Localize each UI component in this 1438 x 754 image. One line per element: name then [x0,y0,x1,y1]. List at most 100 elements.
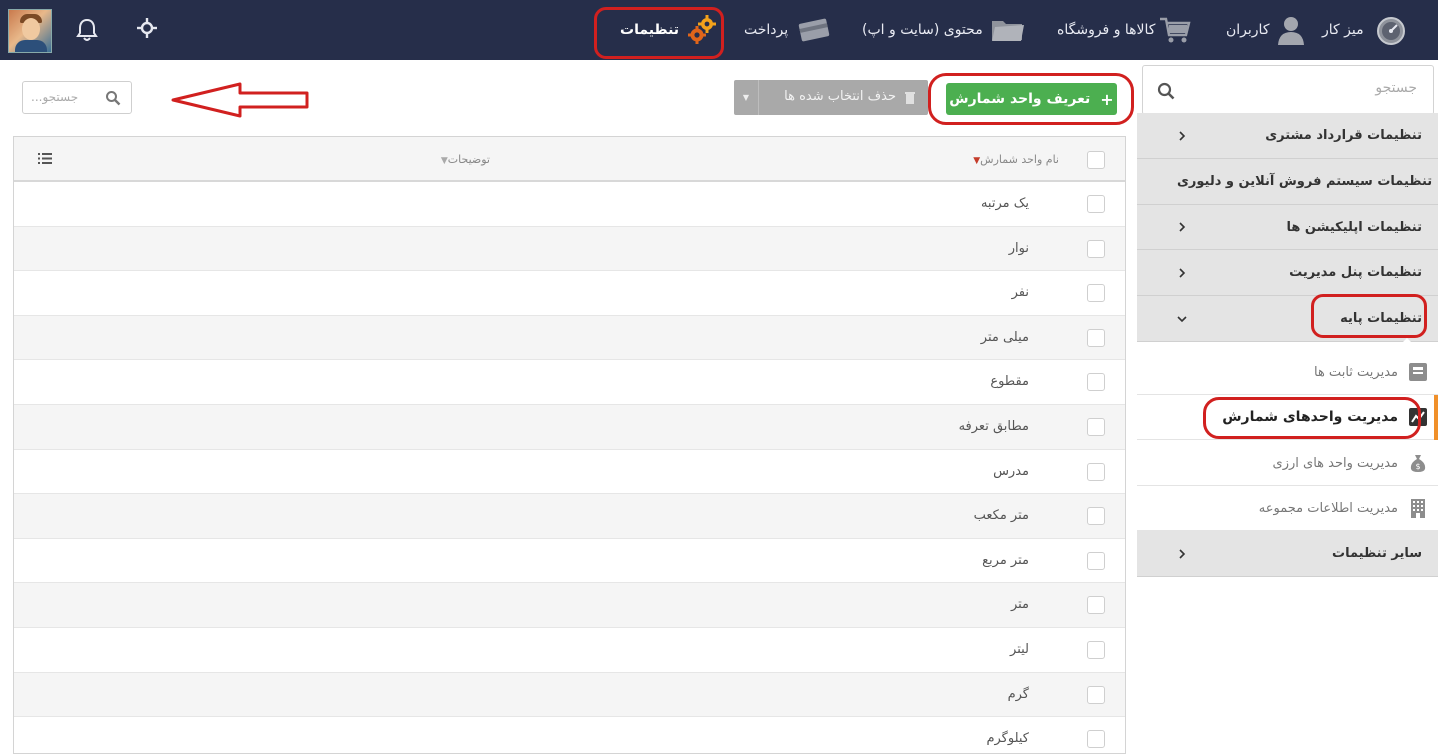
table-row[interactable]: گرم [14,672,1125,718]
table-row[interactable]: کیلوگرم [14,717,1125,753]
unit-name-cell: نوار [1008,240,1029,256]
search-icon [106,91,121,106]
row-checkbox[interactable] [1087,551,1105,570]
sidebar-section-label: تنظیمات پایه [1340,311,1422,326]
row-checkbox[interactable] [1087,640,1105,659]
chart-icon [1409,408,1427,426]
table-row[interactable]: متر مکعب [14,494,1125,539]
table-row[interactable]: نوار [14,226,1125,272]
settings-sidebar: تنظیمات قرارداد مشتری تنظیمات سیستم فروش… [1137,60,1438,754]
search-icon [1157,82,1175,100]
table-row[interactable]: مقطوع [14,360,1125,405]
trash-icon [905,92,915,104]
row-checkbox[interactable] [1087,596,1105,615]
nav-payment-label: پرداخت [744,22,789,38]
nav-settings[interactable]: تنظیمات [620,0,719,60]
table-row[interactable]: میلی متر [14,315,1125,361]
chevron-right-icon [1179,130,1186,141]
dropdown-caret-icon[interactable]: ▼ [734,80,759,115]
sidebar-search-box[interactable] [1142,65,1434,115]
row-checkbox[interactable] [1087,284,1105,303]
row-checkbox[interactable] [1087,328,1105,347]
sidebar-section-label: تنظیمات اپلیکیشن ها [1286,219,1422,235]
plus-icon: + [1100,89,1114,109]
chevron-right-icon [1179,222,1186,232]
sidebar-section-base-settings[interactable]: تنظیمات پایه [1137,296,1438,342]
dashboard-gauge-icon [1376,17,1405,45]
table-row[interactable]: یک مرتبه [14,182,1125,227]
sort-icon: ▼ [440,156,448,166]
unit-name-cell: میلی متر [980,329,1029,345]
row-checkbox[interactable] [1087,373,1105,392]
row-checkbox[interactable] [1087,730,1105,749]
delete-selected-button[interactable]: ▼ حذف انتخاب شده ها [734,80,928,115]
unit-name-cell: کیلوگرم [986,731,1029,747]
nav-users-label: کاربران [1226,22,1270,38]
annotation-arrow [171,82,309,118]
sidebar-item-currency-units[interactable]: مدیریت واحد های ارزی $ [1137,441,1438,486]
row-checkbox[interactable] [1087,417,1105,436]
unit-name-cell: متر مکعب [973,508,1029,524]
table-row[interactable]: مدرس [14,450,1125,495]
nav-content[interactable]: محتوی (سایت و اپ) [862,0,1025,60]
unit-name-cell: مدرس [993,463,1029,479]
chevron-right-icon [1179,267,1186,278]
sidebar-section-label: تنظیمات پنل مدیریت [1289,265,1422,280]
chevron-down-icon [1177,315,1187,322]
sidebar-search-input[interactable] [1197,80,1417,96]
add-unit-label: تعریف واحد شمارش [949,91,1091,107]
sidebar-section-admin-panel[interactable]: تنظیمات پنل مدیریت [1137,250,1438,296]
svg-text:$: $ [1415,462,1420,471]
row-checkbox[interactable] [1087,195,1105,213]
add-unit-button[interactable]: تعریف واحد شمارش + [946,83,1117,115]
chevron-right-icon [1179,548,1186,559]
nav-settings-label: تنظیمات [620,22,680,38]
nav-payment[interactable]: پرداخت [744,0,830,60]
select-all-checkbox[interactable] [1087,151,1105,169]
nav-store[interactable]: کالاها و فروشگاه [1057,0,1192,60]
submenu-pointer [1399,338,1415,346]
sidebar-section-applications[interactable]: تنظیمات اپلیکیشن ها [1137,205,1438,250]
sidebar-section-other[interactable]: سایر تنظیمات [1137,531,1438,577]
crosshair-icon[interactable] [137,18,157,38]
row-checkbox[interactable] [1087,462,1105,481]
column-header-description[interactable]: توضیحات▼ [438,153,490,166]
sidebar-item-organization-info[interactable]: مدیریت اطلاعات مجموعه [1137,486,1438,531]
sidebar-section-customer-contract[interactable]: تنظیمات قرارداد مشتری [1137,113,1438,159]
units-table: نام واحد شمارش▼ توضیحات▼ یک مرتبه نوار ن… [13,136,1126,754]
constants-icon [1409,363,1427,381]
row-checkbox[interactable] [1087,507,1105,526]
table-header: نام واحد شمارش▼ توضیحات▼ [14,137,1125,182]
unit-name-cell: یک مرتبه [980,196,1029,211]
gears-icon [688,15,717,44]
credit-card-icon [798,18,830,42]
sidebar-item-label: مدیریت واحدهای شمارش [1222,409,1398,425]
nav-store-label: کالاها و فروشگاه [1057,22,1156,38]
sidebar-item-label: مدیریت ثابت ها [1313,364,1398,380]
sidebar-item-constants[interactable]: مدیریت ثابت ها [1137,350,1438,395]
column-header-name[interactable]: نام واحد شمارش▼ [970,153,1059,166]
table-row[interactable]: مطابق تعرفه [14,404,1125,450]
table-search-box[interactable] [22,81,132,114]
table-row[interactable]: متر مربع [14,539,1125,584]
nav-users[interactable]: کاربران [1226,0,1307,60]
nav-content-label: محتوی (سایت و اپ) [862,22,983,38]
folder-icon [991,21,1024,41]
sidebar-section-online-sales[interactable]: تنظیمات سیستم فروش آنلاین و دلیوری [1137,159,1438,205]
nav-dashboard[interactable]: میز کار [1322,0,1408,60]
sidebar-section-label: تنظیمات سیستم فروش آنلاین و دلیوری [1177,174,1433,189]
column-list-icon[interactable] [38,153,52,164]
sidebar-item-count-units[interactable]: مدیریت واحدهای شمارش [1137,395,1438,440]
table-row[interactable]: نفر [14,271,1125,316]
table-search-input[interactable] [31,90,105,104]
row-checkbox[interactable] [1087,239,1105,258]
unit-name-cell: متر [1010,597,1029,613]
table-row[interactable]: لیتر [14,628,1125,673]
money-bag-icon: $ [1410,455,1426,472]
avatar[interactable] [8,9,52,53]
row-checkbox[interactable] [1087,685,1105,704]
bell-icon[interactable] [76,18,98,42]
table-row[interactable]: متر [14,583,1125,628]
unit-name-cell: مطابق تعرفه [958,418,1029,434]
shopping-cart-icon [1160,17,1192,43]
